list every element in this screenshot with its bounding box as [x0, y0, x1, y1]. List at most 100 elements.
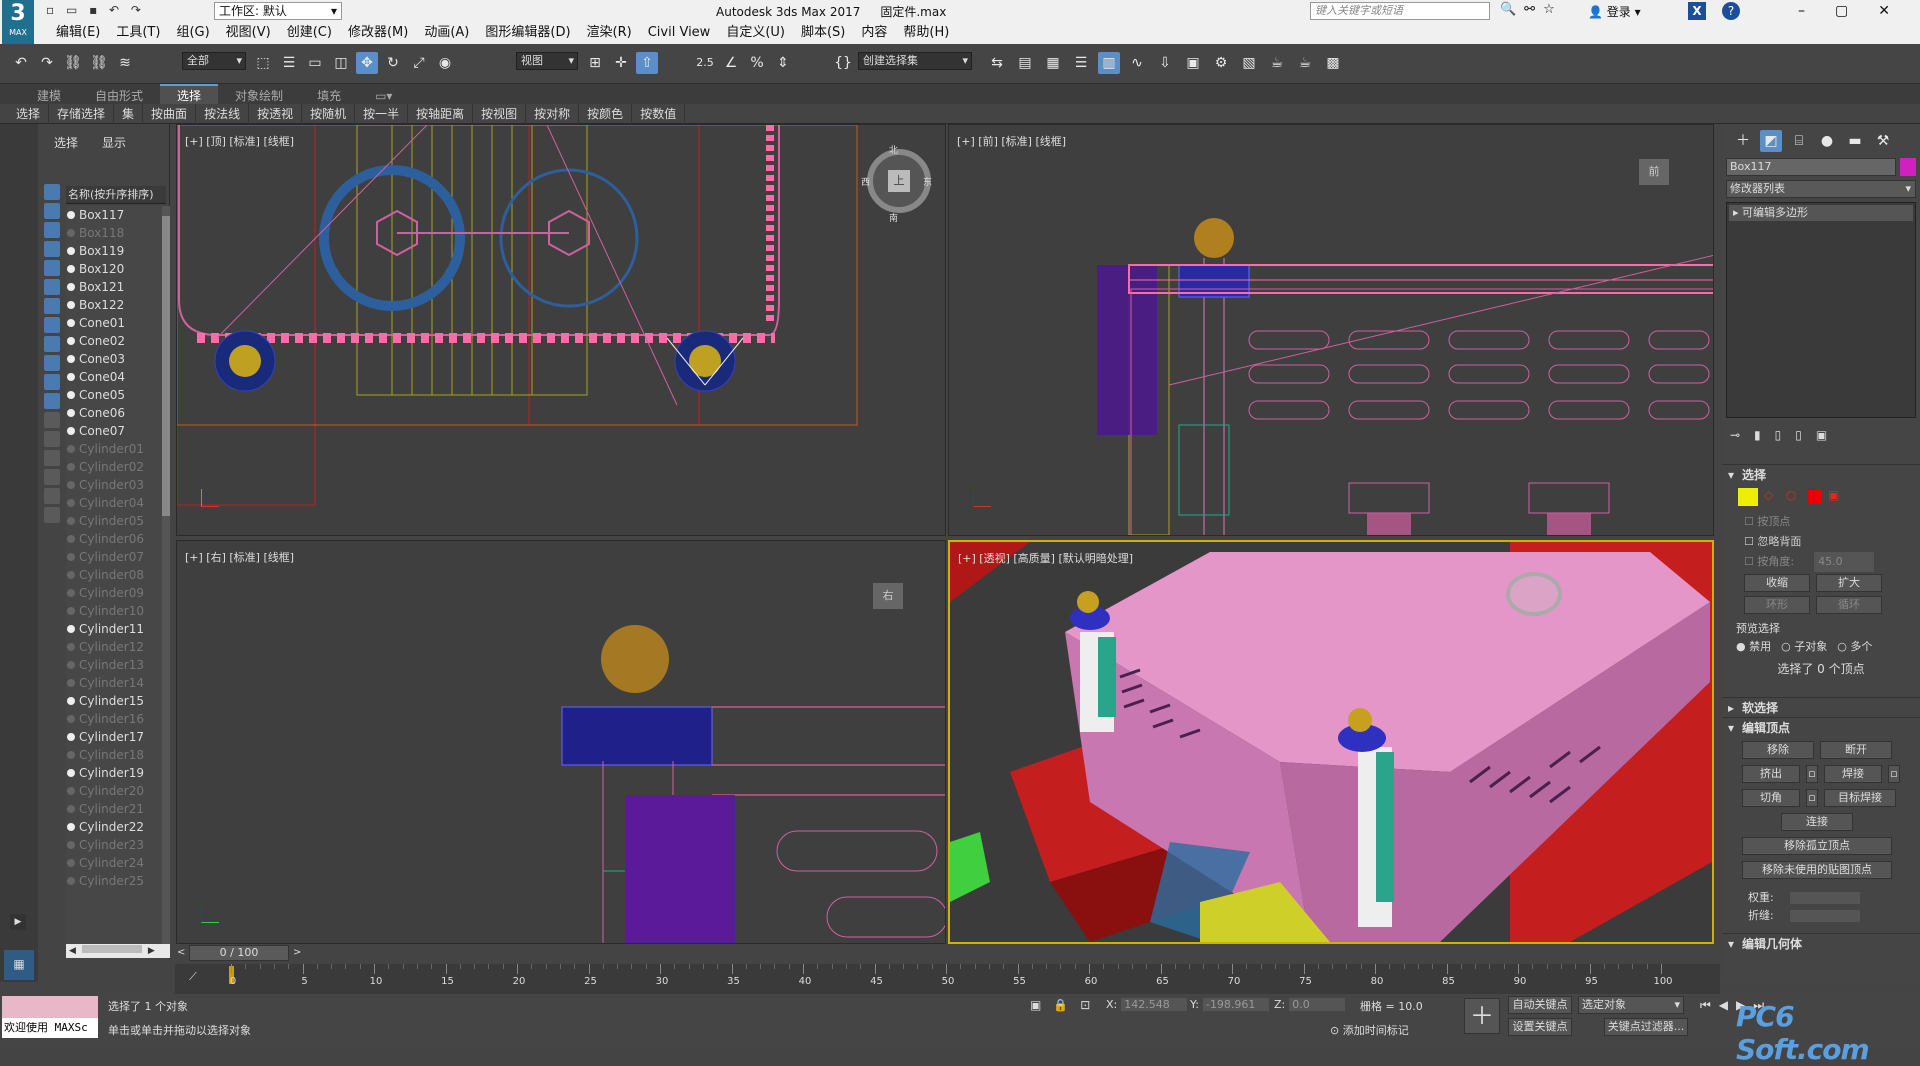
curve-editor-icon[interactable]: ∿ — [1126, 52, 1148, 74]
ribbon-tab[interactable]: 对象绘制 — [218, 86, 300, 106]
track-bar[interactable]: ⟋ 0 5 10 15 20 25 30 35 40 45 50 55 60 65 70 75 80 85 90 95… — [175, 964, 1720, 994]
prev-frame-icon[interactable]: < — [177, 947, 185, 958]
list-item[interactable]: Cone02 — [66, 332, 166, 350]
freeze-icon[interactable] — [67, 301, 75, 309]
list-item[interactable]: Cylinder08 — [66, 566, 166, 584]
list-item[interactable]: Cylinder22 — [66, 818, 166, 836]
exchange-icon[interactable]: X — [1688, 2, 1706, 20]
display-all-icon[interactable] — [44, 184, 60, 200]
extrude-settings-button[interactable]: ▫ — [1806, 765, 1818, 783]
sync-icon[interactable] — [44, 507, 60, 523]
modifier-list-dropdown[interactable]: 修改器列表 ▾ — [1726, 180, 1916, 198]
menu-item[interactable]: 创建(C) — [279, 22, 340, 44]
login-button[interactable]: 👤 登录 ▾ — [1588, 3, 1641, 20]
percent-snap-icon[interactable]: % — [746, 52, 768, 74]
chamfer-button[interactable]: 切角 — [1742, 789, 1800, 807]
utilities-tab-icon[interactable]: ⚒ — [1872, 130, 1894, 152]
ribbon-button[interactable]: 按轴距离 — [408, 104, 474, 124]
viewcube-perspective[interactable] — [1506, 572, 1562, 616]
ribbon-button[interactable]: 按随机 — [302, 104, 356, 124]
ribbon-button[interactable]: 按一半 — [355, 104, 409, 124]
freeze-icon[interactable] — [67, 607, 75, 615]
config-icon[interactable] — [44, 431, 60, 447]
display-tab-icon[interactable]: ▬ — [1844, 130, 1866, 152]
freeze-icon[interactable] — [67, 589, 75, 597]
spinner-snap-icon[interactable]: ⇕ — [772, 52, 794, 74]
freeze-icon[interactable] — [67, 283, 75, 291]
key-mode-dropdown[interactable]: 选定对象 ▾ — [1578, 996, 1684, 1014]
ring-button[interactable]: 环形 — [1744, 596, 1810, 614]
ribbon-button[interactable]: 按数值 — [632, 104, 686, 124]
menu-item[interactable]: 图形编辑器(D) — [477, 22, 578, 44]
rollout-selection[interactable]: 选择 — [1722, 464, 1920, 485]
ribbon-tab[interactable]: 填充 — [300, 86, 358, 106]
x-field[interactable]: 142.548 — [1121, 998, 1188, 1011]
horizontal-scrollbar[interactable]: ◀ ▶ — [66, 944, 170, 958]
freeze-icon[interactable] — [67, 823, 75, 831]
list-item[interactable]: Cone05 — [66, 386, 166, 404]
target-weld-button[interactable]: 目标焊接 — [1824, 789, 1896, 807]
freeze-icon[interactable] — [67, 625, 75, 633]
selection-filter-dropdown[interactable]: 全部 ▾ — [182, 52, 246, 70]
freeze-icon[interactable] — [67, 355, 75, 363]
menu-item[interactable]: 自定义(U) — [718, 22, 793, 44]
freeze-icon[interactable] — [67, 553, 75, 561]
ignore-backface-checkbox[interactable]: ☐ 忽略背面 — [1744, 532, 1920, 552]
list-item[interactable]: Cylinder17 — [66, 728, 166, 746]
freeze-icon[interactable] — [67, 643, 75, 651]
ribbon-button[interactable]: 按颜色 — [579, 104, 633, 124]
rendered-frame-icon[interactable]: ▧ — [1238, 52, 1260, 74]
viewcube-top[interactable]: 上 — [867, 149, 931, 213]
spacewarps-icon[interactable] — [44, 298, 60, 314]
select-all-icon[interactable] — [44, 450, 60, 466]
freeze-icon[interactable] — [67, 787, 75, 795]
list-item[interactable]: Cylinder11 — [66, 620, 166, 638]
menu-item[interactable]: 帮助(H) — [895, 22, 957, 44]
menu-item[interactable]: 动画(A) — [416, 22, 477, 44]
freeze-icon[interactable] — [67, 841, 75, 849]
freeze-icon[interactable] — [67, 247, 75, 255]
object-color-swatch[interactable] — [1900, 158, 1916, 176]
freeze-icon[interactable] — [67, 571, 75, 579]
list-item[interactable]: Cylinder16 — [66, 710, 166, 728]
loop-button[interactable]: 循环 — [1816, 596, 1882, 614]
crease-spinner[interactable] — [1789, 910, 1860, 922]
search-input[interactable]: 键入关键字或短语 — [1310, 2, 1490, 20]
rotate-icon[interactable]: ↻ — [382, 52, 404, 74]
preview-off-radio[interactable]: ● 禁用 — [1736, 638, 1771, 654]
freeze-icon[interactable] — [67, 661, 75, 669]
material-editor-icon[interactable]: ▣ — [1182, 52, 1204, 74]
hidden-icon[interactable] — [44, 412, 60, 428]
ribbon-button[interactable]: 存储选择 — [49, 104, 115, 124]
remove-isolated-button[interactable]: 移除孤立顶点 — [1742, 837, 1892, 855]
border-icon[interactable]: ○ — [1786, 488, 1802, 504]
help-icons[interactable]: 🔍⚯☆ — [1500, 2, 1563, 17]
rect-region-icon[interactable]: ▭ — [304, 52, 326, 74]
stack-item-editable-poly[interactable]: ▸ 可编辑多边形 — [1729, 205, 1913, 221]
weld-button[interactable]: 焊接 — [1824, 765, 1882, 783]
list-item[interactable]: Cone04 — [66, 368, 166, 386]
list-item[interactable]: Cylinder09 — [66, 584, 166, 602]
freeze-icon[interactable] — [67, 427, 75, 435]
workspace-grid-icon[interactable]: ▦ — [4, 950, 34, 980]
viewport-label[interactable]: [+] [透视] [高质量] [默认明暗处理] — [958, 550, 1133, 566]
viewport-top[interactable]: [+] [顶] [标准] [线框] 上 北 南 西 东 — [176, 124, 946, 536]
viewport-front[interactable]: [+] [前] [标准] [线框] 前 — [948, 124, 1714, 536]
ribbon-button[interactable]: 选择 — [8, 104, 50, 124]
mirror-icon[interactable]: ⇆ — [986, 52, 1008, 74]
isolate-lock-icons[interactable]: ▣🔒⊡ — [1030, 998, 1102, 1012]
named-selection-dropdown[interactable]: 创建选择集 ▾ — [858, 52, 972, 70]
time-slider[interactable]: < 0 / 100 > — [175, 944, 1720, 964]
list-item[interactable]: Cylinder05 — [66, 512, 166, 530]
connect-button[interactable]: 连接 — [1781, 813, 1853, 831]
next-frame-icon[interactable]: > — [293, 947, 301, 958]
motion-tab-icon[interactable]: ● — [1816, 130, 1838, 152]
app-logo[interactable]: 3 MAX — [2, 0, 34, 44]
workspace-dropdown[interactable]: 工作区: 默认 ▾ — [214, 2, 342, 20]
snap-toggle-icon[interactable]: 2.5 — [694, 52, 716, 74]
menu-item[interactable]: 渲染(R) — [579, 22, 640, 44]
extrude-button[interactable]: 挤出 — [1742, 765, 1800, 783]
menu-item[interactable]: 修改器(M) — [340, 22, 416, 44]
weight-spinner[interactable] — [1789, 892, 1860, 904]
list-item[interactable]: Cylinder04 — [66, 494, 166, 512]
